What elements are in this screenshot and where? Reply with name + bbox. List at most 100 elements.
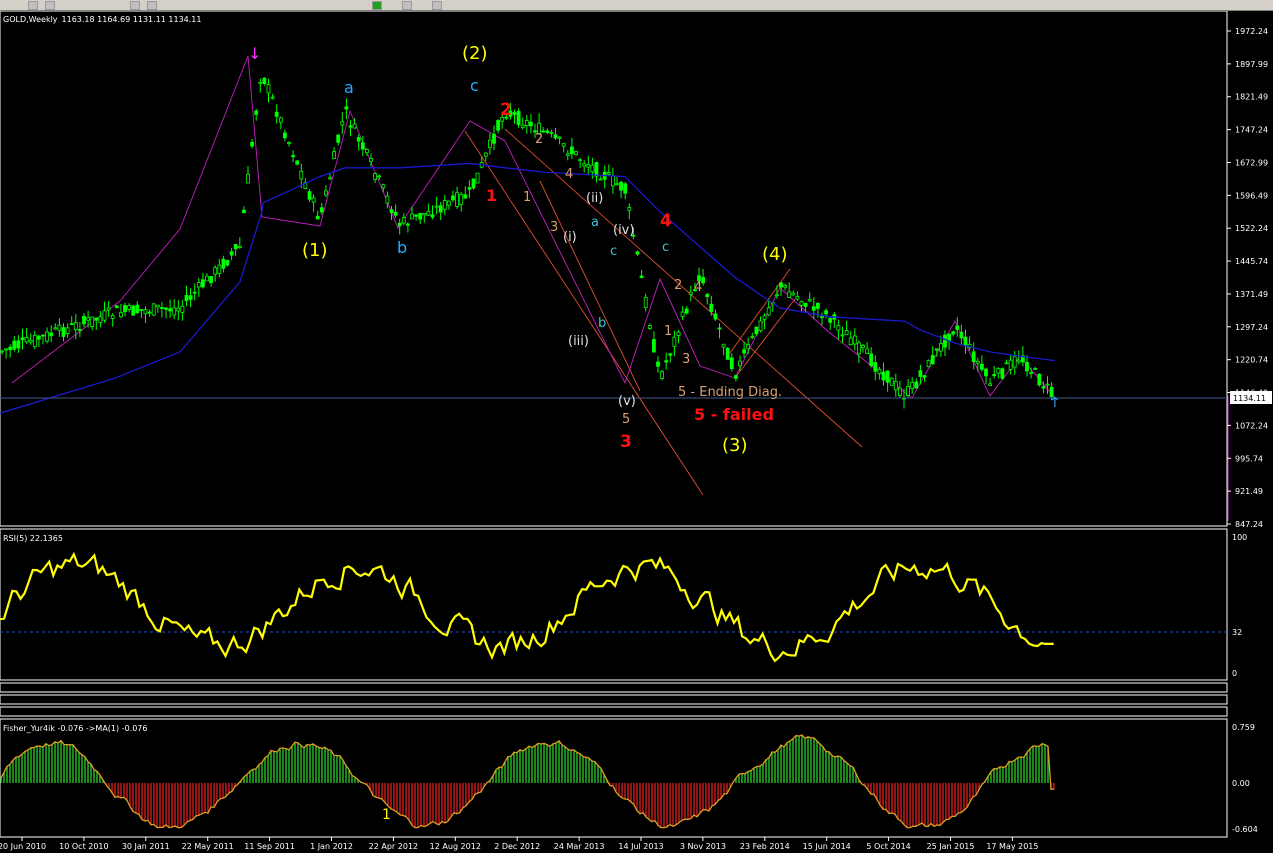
time-label: 10 Oct 2010 xyxy=(59,842,108,851)
candle-body xyxy=(529,121,533,127)
wave-label: 3 xyxy=(620,432,632,452)
candle-body xyxy=(688,291,693,295)
candle-body xyxy=(734,375,738,379)
candle-body xyxy=(176,307,181,312)
price-label: 921.49 xyxy=(1235,487,1263,496)
candle-body xyxy=(381,184,386,189)
symbol-header: GOLD,Weekly 1163.18 1164.69 1131.11 1134.… xyxy=(3,15,202,24)
candle-body xyxy=(438,205,443,213)
add-icon[interactable] xyxy=(372,1,382,10)
candle-body xyxy=(980,363,984,370)
candle-body xyxy=(65,327,70,334)
fisher-wave-label: 1 xyxy=(382,807,391,823)
candle-body xyxy=(869,353,874,366)
candle-body xyxy=(721,343,726,348)
candle-body xyxy=(857,342,861,355)
candle-body xyxy=(1041,386,1046,389)
candle-body xyxy=(221,258,226,269)
candle-body xyxy=(73,322,78,331)
time-label: 2 Dec 2012 xyxy=(494,842,540,851)
time-label: 5 Oct 2014 xyxy=(866,842,910,851)
toolbar-button[interactable] xyxy=(402,1,412,10)
candle-body xyxy=(397,222,402,227)
candle-body xyxy=(881,371,886,381)
candle-body xyxy=(463,194,468,199)
candle-body xyxy=(139,309,144,311)
toolbar-button[interactable] xyxy=(147,1,157,10)
candle-body xyxy=(172,307,177,316)
candle-body xyxy=(98,316,103,324)
current-price-tag: 1134.11 xyxy=(1230,391,1272,404)
time-label: 23 Feb 2014 xyxy=(740,842,790,851)
candle-body xyxy=(852,335,857,345)
candle-body xyxy=(168,308,173,312)
price-label: 1371.49 xyxy=(1235,290,1268,299)
time-label: 1 Jan 2012 xyxy=(310,842,353,851)
candle-body xyxy=(184,295,189,301)
candle-body xyxy=(422,212,427,216)
candle-body xyxy=(1029,371,1033,374)
candle-body xyxy=(307,191,312,200)
toolbar-button[interactable] xyxy=(45,1,55,10)
fisher-title: Fisher_Yur4ik -0.076 ->MA(1) -0.076 xyxy=(3,724,147,733)
wave-label: (v) xyxy=(618,394,636,409)
current-price-label: 1134.11 xyxy=(1233,394,1266,403)
fisher-scale-top: 0.759 xyxy=(1232,723,1255,732)
candle-body xyxy=(799,300,804,306)
candle-body xyxy=(877,368,882,374)
wave-label: c xyxy=(610,244,617,259)
candle-body xyxy=(430,214,435,218)
candle-body xyxy=(791,292,796,296)
wave-label: (1) xyxy=(302,240,328,261)
candle-body xyxy=(873,362,878,372)
candle-body xyxy=(861,345,865,349)
candle-body xyxy=(123,305,127,313)
candle-body xyxy=(738,360,742,367)
candle-body xyxy=(78,329,82,331)
wave-label: (2) xyxy=(462,43,488,64)
candle-body xyxy=(787,291,792,298)
rsi-title: RSI(5) 22.1365 xyxy=(3,534,63,543)
candle-body xyxy=(635,251,640,255)
candle-body xyxy=(315,215,320,220)
candle-body xyxy=(393,211,398,216)
candle-body xyxy=(196,282,201,288)
candle-body xyxy=(114,305,119,309)
toolbar-button[interactable] xyxy=(432,1,442,10)
candle-body xyxy=(1037,373,1042,386)
toolbar-button[interactable] xyxy=(28,1,38,10)
wave-label: 1 xyxy=(486,186,497,205)
wave-label: 1 xyxy=(664,324,672,339)
candle-body xyxy=(619,181,623,191)
candle-body xyxy=(725,347,730,360)
candle-body xyxy=(795,296,800,300)
candle-body xyxy=(110,315,115,319)
price-label: 1821.49 xyxy=(1235,93,1268,102)
toolbar-button[interactable] xyxy=(130,1,140,10)
candle-body xyxy=(319,207,324,213)
candle-body xyxy=(373,173,378,180)
candle-body xyxy=(37,335,41,340)
candle-body xyxy=(459,193,464,205)
toolbar xyxy=(0,0,1273,11)
candle-body xyxy=(0,350,4,353)
fisher-scale-bottom: -0.604 xyxy=(1232,825,1258,834)
price-label: 1672.99 xyxy=(1235,158,1268,167)
candle-body xyxy=(578,159,582,162)
symbol-name: GOLD,Weekly xyxy=(3,15,58,24)
down-arrow-icon: ↓ xyxy=(248,44,261,63)
price-label: 1522.24 xyxy=(1235,224,1268,233)
candle-body xyxy=(225,260,230,266)
candle-body xyxy=(758,320,763,331)
candle-body xyxy=(209,276,214,284)
candle-body xyxy=(676,331,681,336)
candle-body xyxy=(8,346,13,351)
candle-body xyxy=(742,349,746,354)
candle-body xyxy=(295,160,300,165)
candle-body xyxy=(668,353,673,356)
wave-label: b xyxy=(598,316,606,331)
candle-body xyxy=(241,209,246,214)
candle-body xyxy=(643,296,648,308)
candle-body xyxy=(1033,368,1038,370)
candle-body xyxy=(922,375,927,378)
